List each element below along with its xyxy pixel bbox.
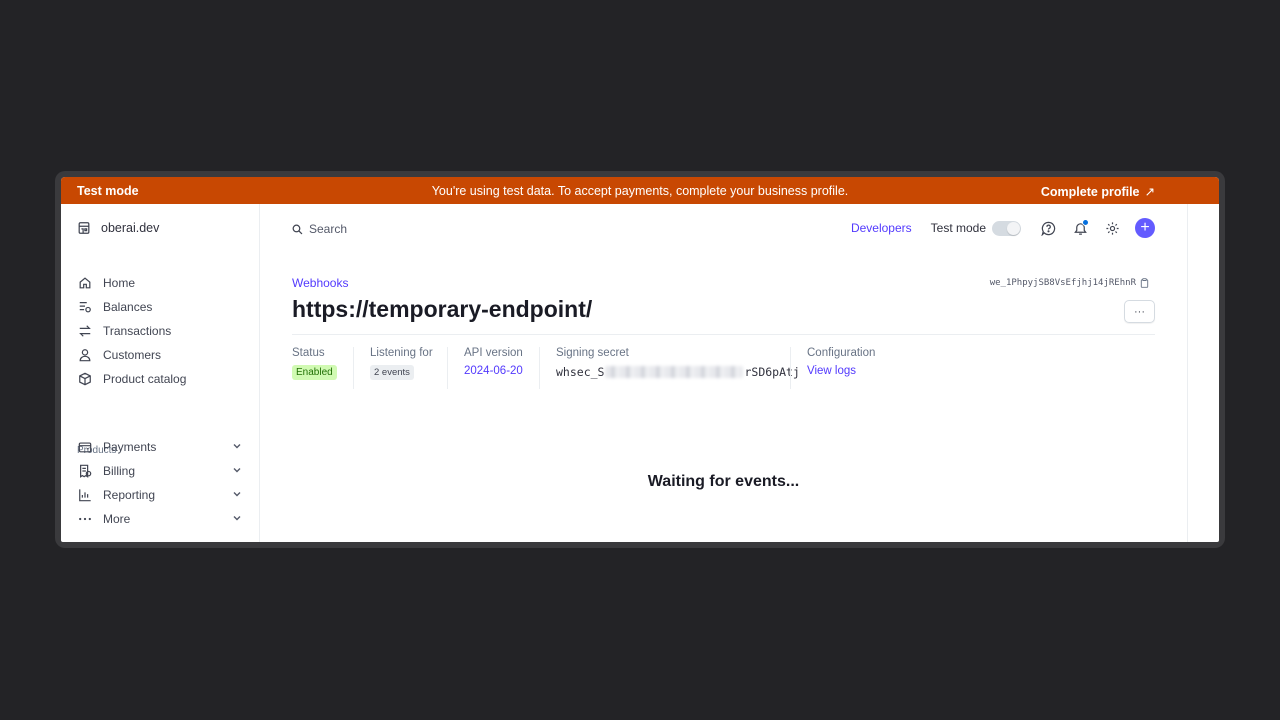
sidebar-item-label: Reporting <box>103 488 156 502</box>
plus-icon: + <box>1140 219 1150 236</box>
complete-profile-label: Complete profile <box>1040 185 1140 199</box>
signing-secret-field: Signing secret whsec_S rSD6pAtj <box>539 347 800 389</box>
endpoint-id-text: we_1PhpyjSB8VsEfjhj14jREhnR <box>989 278 1136 288</box>
view-logs-link[interactable]: View logs <box>807 365 875 377</box>
status-label: Status <box>292 347 325 359</box>
header-divider <box>292 334 1155 335</box>
secret-redacted <box>605 366 744 378</box>
account-name: oberai.dev <box>101 221 160 235</box>
api-version-link[interactable]: 2024-06-20 <box>464 365 523 377</box>
developers-link[interactable]: Developers <box>851 221 912 235</box>
app-frame: Test mode You're using test data. To acc… <box>55 171 1225 548</box>
empty-state-message: Waiting for events... <box>647 473 800 490</box>
sidebar-item-label: Product catalog <box>103 372 187 386</box>
gear-icon <box>1105 221 1119 235</box>
breadcrumb-webhooks[interactable]: Webhooks <box>292 276 348 290</box>
search-bar[interactable]: Search <box>292 222 347 236</box>
store-icon <box>78 222 90 234</box>
search-icon <box>292 224 303 234</box>
sidebar-item-payments[interactable]: Payments <box>77 438 242 456</box>
reporting-icon <box>79 489 91 502</box>
test-mode-banner: Test mode You're using test data. To acc… <box>61 177 1219 204</box>
right-rail-divider <box>1187 204 1188 542</box>
sidebar-item-more[interactable]: More <box>77 510 242 528</box>
home-icon <box>79 277 91 289</box>
sidebar-item-billing[interactable]: Billing <box>77 462 242 480</box>
configuration-field: Configuration View logs <box>790 347 875 389</box>
help-button[interactable] <box>1039 219 1057 237</box>
chevron-down-icon <box>233 516 241 521</box>
status-field: Status Enabled <box>292 347 337 389</box>
sidebar-item-label: Transactions <box>103 324 172 338</box>
sidebar-item-label: Payments <box>103 440 157 454</box>
sidebar-item-label: Billing <box>103 464 136 478</box>
notification-dot <box>1082 219 1089 226</box>
account-switcher[interactable]: oberai.dev <box>77 221 159 235</box>
configuration-label: Configuration <box>807 347 876 359</box>
sidebar-item-product-catalog[interactable]: Product catalog <box>77 370 242 388</box>
test-mode-toggle-label: Test mode <box>930 221 986 235</box>
sidebar-item-reporting[interactable]: Reporting <box>77 486 242 504</box>
sidebar-item-customers[interactable]: Customers <box>77 346 242 364</box>
browser-window: Test mode You're using test data. To acc… <box>61 177 1219 542</box>
transactions-icon <box>79 325 91 337</box>
signing-secret-label: Signing secret <box>556 347 629 359</box>
status-badge: Enabled <box>292 365 337 380</box>
sidebar-item-label: Balances <box>103 300 153 314</box>
signing-secret-value[interactable]: whsec_S rSD6pAtj <box>556 365 800 379</box>
customers-icon <box>79 349 91 362</box>
toggle-knob <box>1007 221 1020 235</box>
balances-icon <box>79 302 91 313</box>
billing-icon <box>80 464 92 478</box>
notifications-button[interactable] <box>1071 219 1089 237</box>
copy-icon[interactable] <box>1140 278 1149 288</box>
secret-prefix: whsec_S <box>556 365 605 379</box>
api-version-field: API version 2024-06-20 <box>447 347 523 389</box>
topbar-actions: Developers Test mode + <box>851 218 1155 238</box>
test-mode-toggle[interactable] <box>992 220 1021 236</box>
help-icon <box>1040 221 1055 236</box>
chevron-down-icon <box>233 468 241 473</box>
external-arrow-icon: ↗ <box>1144 185 1155 199</box>
product-catalog-icon <box>79 372 91 386</box>
sidebar-item-home[interactable]: Home <box>77 274 242 292</box>
endpoint-id: we_1PhpyjSB8VsEfjhj14jREhnR <box>990 278 1149 288</box>
api-version-label: API version <box>464 347 523 359</box>
create-button[interactable]: + <box>1135 218 1155 238</box>
listening-field: Listening for 2 events <box>353 347 433 389</box>
sidebar-item-label: Customers <box>103 348 162 362</box>
listening-label: Listening for <box>370 347 433 359</box>
sidebar-item-transactions[interactable]: Transactions <box>77 322 242 340</box>
chevron-down-icon <box>233 444 241 449</box>
more-actions-button[interactable]: ··· <box>1124 300 1155 323</box>
sidebar: oberai.dev Home Balances Transactions Cu… <box>61 204 260 542</box>
complete-profile-link[interactable]: Complete profile ↗ <box>1041 184 1155 199</box>
main-content: Search Developers Test mode + Webhooks h… <box>260 204 1187 542</box>
more-icon <box>79 517 91 521</box>
page-title: https://temporary-endpoint/ <box>292 296 593 322</box>
payments-icon <box>78 442 92 453</box>
settings-button[interactable] <box>1103 219 1121 237</box>
sidebar-item-label: Home <box>103 276 136 290</box>
search-placeholder: Search <box>309 222 348 236</box>
chevron-down-icon <box>233 492 241 497</box>
sidebar-item-balances[interactable]: Balances <box>77 298 242 316</box>
sidebar-item-label: More <box>103 512 131 526</box>
events-count-badge[interactable]: 2 events <box>370 365 414 380</box>
